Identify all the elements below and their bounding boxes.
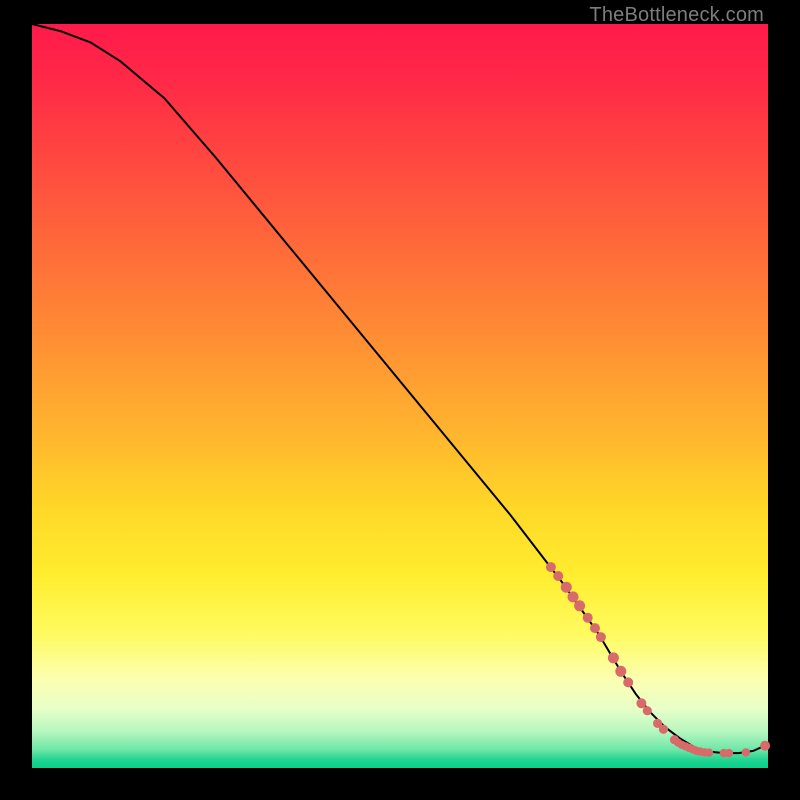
data-point [623, 677, 633, 687]
data-point [546, 562, 556, 572]
chart-frame: TheBottleneck.com [0, 0, 800, 800]
data-point [561, 582, 572, 593]
data-point [742, 748, 750, 756]
data-point [615, 666, 626, 677]
data-point [596, 632, 606, 642]
data-point [574, 600, 585, 611]
data-point [643, 706, 652, 715]
data-point [568, 591, 579, 602]
bottleneck-curve [32, 24, 768, 753]
data-point [725, 749, 733, 757]
plot-area [32, 24, 768, 768]
data-points-group [546, 562, 770, 757]
data-point [705, 749, 713, 757]
data-point [760, 741, 770, 751]
chart-overlay-svg [32, 24, 768, 768]
data-point [590, 623, 600, 633]
data-point [608, 652, 619, 663]
data-point [583, 613, 593, 623]
data-point [553, 571, 563, 581]
data-point [659, 725, 668, 734]
